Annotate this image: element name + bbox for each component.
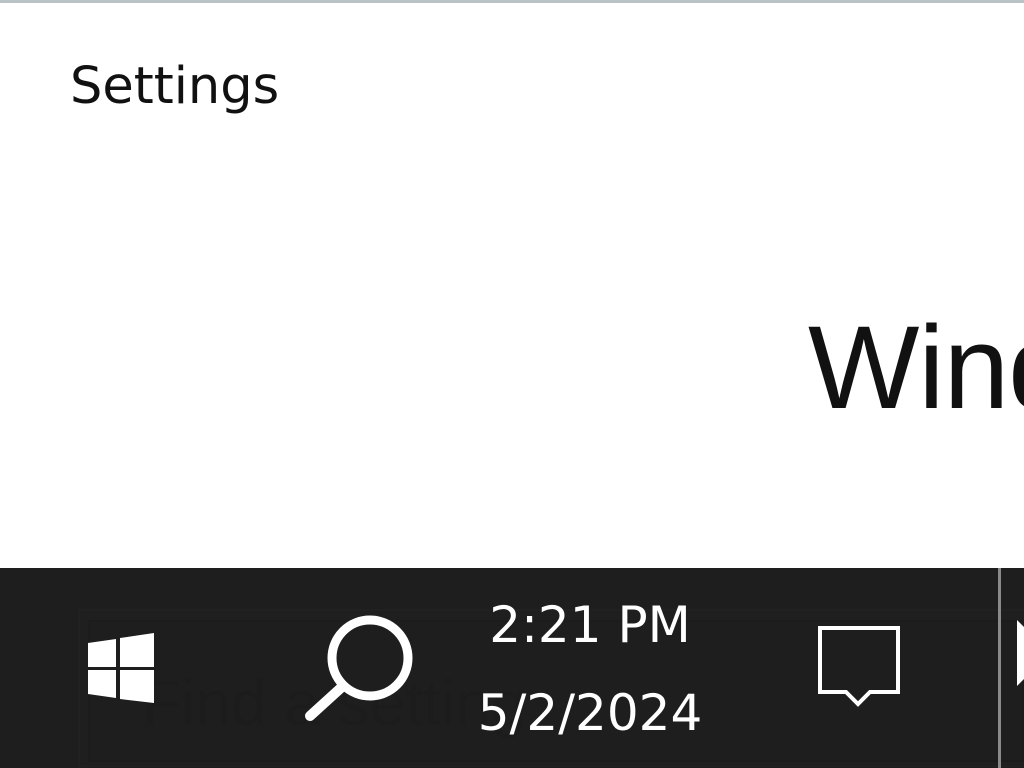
settings-window: Settings Wind (0, 3, 1024, 568)
desktop-screen: Settings Wind 2:21 PM 5/2/2024 (0, 0, 1024, 768)
show-desktop-button[interactable] (1001, 568, 1024, 768)
clock-date: 5/2/2024 (477, 684, 703, 742)
play-arrow-icon (1017, 620, 1024, 686)
taskbar-clock[interactable]: 2:21 PM 5/2/2024 (440, 593, 740, 753)
clock-time: 2:21 PM (489, 596, 691, 654)
taskbar-search-button[interactable] (300, 612, 420, 724)
windows-logo-icon (88, 633, 154, 703)
window-title: Settings (70, 57, 280, 116)
settings-hero-heading: Wind (808, 302, 1024, 434)
start-button[interactable] (86, 633, 156, 703)
action-center-button[interactable] (810, 618, 910, 714)
search-icon (305, 615, 413, 721)
action-center-icon (818, 626, 900, 707)
